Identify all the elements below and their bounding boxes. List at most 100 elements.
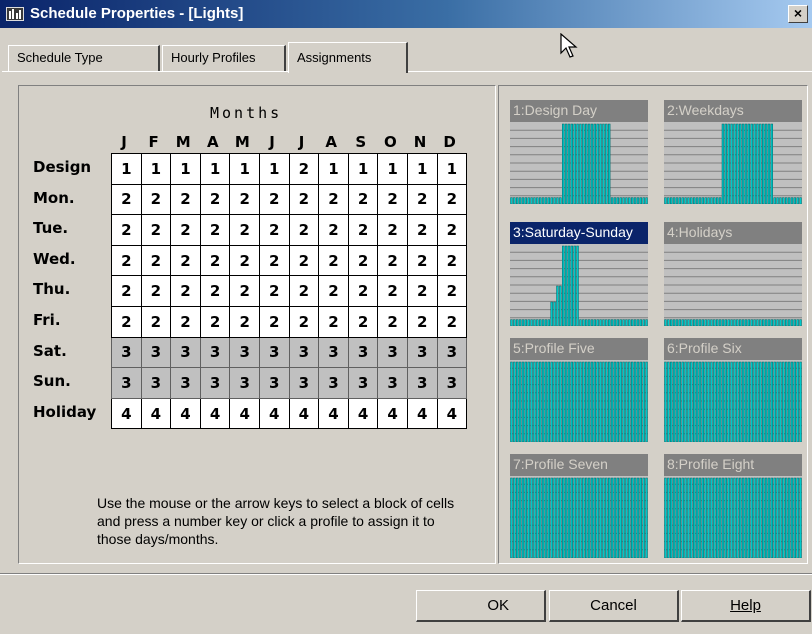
grid-cell[interactable]: 2 — [377, 244, 408, 277]
grid-cell[interactable]: 2 — [229, 214, 260, 246]
title-bar[interactable]: Schedule Properties - [Lights] × — [0, 0, 812, 28]
grid-cell[interactable]: 2 — [288, 214, 320, 246]
grid-cell[interactable]: 4 — [111, 397, 142, 430]
grid-cell[interactable]: 4 — [318, 397, 349, 430]
grid-cell[interactable]: 2 — [199, 214, 231, 246]
grid-cell[interactable]: 3 — [140, 336, 172, 369]
close-button[interactable]: × — [788, 5, 808, 23]
grid-cell[interactable]: 2 — [436, 183, 468, 216]
cancel-button[interactable]: Cancel — [549, 590, 679, 622]
grid-cell[interactable]: 2 — [170, 275, 201, 307]
tab-hourly-profiles[interactable]: Hourly Profiles — [162, 45, 286, 71]
grid-cell[interactable]: 3 — [288, 367, 320, 399]
grid-cell[interactable]: 2 — [377, 183, 408, 216]
grid-cell[interactable]: 2 — [140, 244, 172, 277]
grid-cell[interactable]: 3 — [347, 336, 379, 369]
grid-cell[interactable]: 2 — [436, 305, 468, 338]
grid-cell[interactable]: 4 — [170, 397, 201, 430]
grid-cell[interactable]: 2 — [229, 183, 260, 216]
assignment-grid[interactable]: 1111112111112222222222222222222222222222… — [111, 153, 468, 430]
profile-7[interactable]: 7:Profile Seven — [510, 454, 648, 560]
grid-cell[interactable]: 4 — [347, 397, 379, 430]
grid-cell[interactable]: 2 — [347, 183, 379, 216]
grid-cell[interactable]: 2 — [258, 244, 290, 277]
grid-cell[interactable]: 2 — [288, 183, 320, 216]
grid-cell[interactable]: 2 — [258, 183, 290, 216]
grid-cell[interactable]: 4 — [377, 397, 408, 430]
grid-cell[interactable]: 2 — [258, 305, 290, 338]
grid-cell[interactable]: 2 — [229, 305, 260, 338]
grid-cell[interactable]: 2 — [111, 244, 142, 277]
grid-cell[interactable]: 2 — [111, 275, 142, 307]
grid-cell[interactable]: 1 — [199, 153, 231, 185]
grid-cell[interactable]: 1 — [318, 153, 349, 185]
grid-cell[interactable]: 2 — [347, 275, 379, 307]
grid-cell[interactable]: 2 — [140, 183, 172, 216]
profile-6[interactable]: 6:Profile Six — [664, 338, 802, 444]
grid-cell[interactable]: 1 — [111, 153, 142, 185]
grid-cell[interactable]: 3 — [406, 367, 438, 399]
grid-cell[interactable]: 2 — [288, 244, 320, 277]
grid-cell[interactable]: 3 — [229, 336, 260, 369]
grid-cell[interactable]: 2 — [140, 275, 172, 307]
grid-cell[interactable]: 2 — [377, 214, 408, 246]
tab-schedule-type[interactable]: Schedule Type — [8, 45, 160, 71]
grid-cell[interactable]: 2 — [406, 244, 438, 277]
grid-cell[interactable]: 2 — [406, 214, 438, 246]
grid-cell[interactable]: 2 — [318, 214, 349, 246]
grid-cell[interactable]: 2 — [229, 275, 260, 307]
grid-cell[interactable]: 1 — [436, 153, 468, 185]
grid-cell[interactable]: 2 — [140, 214, 172, 246]
profile-8[interactable]: 8:Profile Eight — [664, 454, 802, 560]
grid-cell[interactable]: 3 — [436, 367, 468, 399]
grid-cell[interactable]: 2 — [170, 244, 201, 277]
grid-cell[interactable]: 3 — [199, 336, 231, 369]
profile-5[interactable]: 5:Profile Five — [510, 338, 648, 444]
grid-cell[interactable]: 2 — [436, 275, 468, 307]
ok-button[interactable]: OK — [416, 590, 546, 622]
grid-cell[interactable]: 2 — [406, 275, 438, 307]
grid-cell[interactable]: 2 — [377, 275, 408, 307]
grid-cell[interactable]: 2 — [318, 183, 349, 216]
grid-cell[interactable]: 4 — [406, 397, 438, 430]
grid-cell[interactable]: 2 — [170, 214, 201, 246]
grid-cell[interactable]: 2 — [170, 183, 201, 216]
grid-cell[interactable]: 2 — [436, 214, 468, 246]
grid-cell[interactable]: 1 — [140, 153, 172, 185]
grid-cell[interactable]: 2 — [111, 214, 142, 246]
grid-cell[interactable]: 2 — [199, 183, 231, 216]
grid-cell[interactable]: 3 — [170, 367, 201, 399]
grid-cell[interactable]: 2 — [288, 153, 320, 185]
grid-cell[interactable]: 1 — [406, 153, 438, 185]
tab-assignments[interactable]: Assignments — [288, 42, 408, 73]
grid-cell[interactable]: 3 — [229, 367, 260, 399]
grid-cell[interactable]: 2 — [111, 305, 142, 338]
grid-cell[interactable]: 3 — [140, 367, 172, 399]
grid-cell[interactable]: 2 — [347, 214, 379, 246]
profile-2[interactable]: 2:Weekdays — [664, 100, 802, 206]
grid-cell[interactable]: 3 — [111, 336, 142, 369]
grid-cell[interactable]: 2 — [258, 275, 290, 307]
grid-cell[interactable]: 2 — [258, 214, 290, 246]
grid-cell[interactable]: 1 — [229, 153, 260, 185]
grid-cell[interactable]: 2 — [318, 305, 349, 338]
grid-cell[interactable]: 2 — [288, 275, 320, 307]
grid-cell[interactable]: 3 — [111, 367, 142, 399]
grid-cell[interactable]: 2 — [377, 305, 408, 338]
grid-cell[interactable]: 2 — [111, 183, 142, 216]
grid-cell[interactable]: 4 — [258, 397, 290, 430]
grid-cell[interactable]: 3 — [377, 336, 408, 369]
grid-cell[interactable]: 4 — [199, 397, 231, 430]
grid-cell[interactable]: 1 — [377, 153, 408, 185]
grid-cell[interactable]: 2 — [347, 305, 379, 338]
grid-cell[interactable]: 4 — [140, 397, 172, 430]
grid-cell[interactable]: 2 — [436, 244, 468, 277]
grid-cell[interactable]: 1 — [347, 153, 379, 185]
grid-cell[interactable]: 3 — [199, 367, 231, 399]
grid-cell[interactable]: 4 — [288, 397, 320, 430]
grid-cell[interactable]: 3 — [347, 367, 379, 399]
grid-cell[interactable]: 2 — [140, 305, 172, 338]
grid-cell[interactable]: 2 — [347, 244, 379, 277]
grid-cell[interactable]: 2 — [199, 244, 231, 277]
profile-4[interactable]: 4:Holidays — [664, 222, 802, 328]
